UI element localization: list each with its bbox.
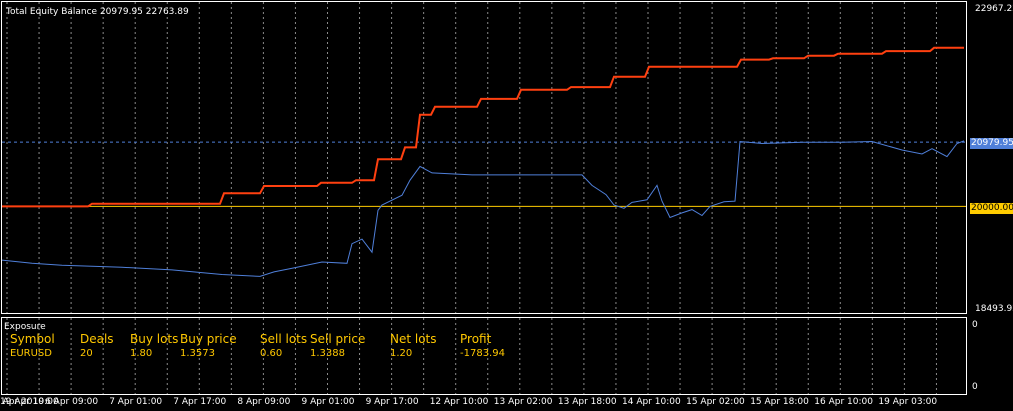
time-scale[interactable]: 5 Apr 20106 Apr 09:007 Apr 01:007 Apr 17… [0,395,1013,411]
time-label: 9 Apr 17:00 [365,397,419,407]
col-header-buy-lots: Buy lots [130,332,179,346]
time-label: 13 Apr 18:00 [557,397,617,407]
time-label: 9 Apr 01:00 [301,397,355,407]
chart-title: Total Equity Balance 20979.95 22763.89 [6,7,189,17]
time-label: 7 Apr 01:00 [109,397,163,407]
row-deals: 20 [80,348,93,359]
price-scale[interactable]: 22967.22 18493.92 20979.95 20000.00 [967,1,1013,314]
time-label: 16 Apr 10:00 [814,397,873,407]
exposure-scale-bottom: 0 [972,382,978,392]
col-header-buy-price: Buy price [180,332,237,346]
time-label: 19 Apr 03:00 [878,397,938,407]
equity-value-tag: 20979.95 [970,138,1013,149]
row-sell-lots: 0.60 [260,348,283,359]
time-label: 12 Apr 10:00 [429,397,489,407]
row-profit: -1783.94 [460,348,505,359]
time-label: 15 Apr 02:00 [686,397,745,407]
col-header-net-lots: Net lots [390,332,437,346]
col-header-profit: Profit [460,332,492,346]
scale-min-label: 18493.92 [975,304,1013,314]
row-buy-price: 1.3573 [180,348,215,359]
row-symbol: EURUSD [10,348,52,359]
initial-deposit-tag: 20000.00 [970,203,1013,214]
equity-line [2,140,965,277]
row-net-lots: 1.20 [390,348,413,359]
time-label: 8 Apr 09:00 [237,397,291,407]
time-label: 19 Apr 19:00 [0,397,59,407]
equity-chart-pane[interactable]: Total Equity Balance 20979.95 22763.89 [1,1,967,314]
col-header-deals: Deals [80,332,114,346]
time-label: 13 Apr 02:00 [493,397,553,407]
exposure-title: Exposure [4,322,46,332]
exposure-scale-top: 0 [972,320,978,330]
equity-chart-plot [2,2,966,313]
row-sell-price: 1.3388 [310,348,345,359]
scale-max-label: 22967.22 [975,4,1013,14]
time-label: 7 Apr 17:00 [173,397,227,407]
balance-line [2,46,964,208]
exposure-scale[interactable]: 0 0 [967,317,1013,395]
col-header-sell-price: Sell price [310,332,366,346]
time-label: 14 Apr 10:00 [622,397,681,407]
row-buy-lots: 1.80 [130,348,153,359]
time-label: 15 Apr 18:00 [750,397,809,407]
col-header-sell-lots: Sell lots [260,332,308,346]
terminal-chart-window: Total Equity Balance 20979.95 22763.89 2… [0,0,1013,411]
col-header-symbol: Symbol [10,332,55,346]
